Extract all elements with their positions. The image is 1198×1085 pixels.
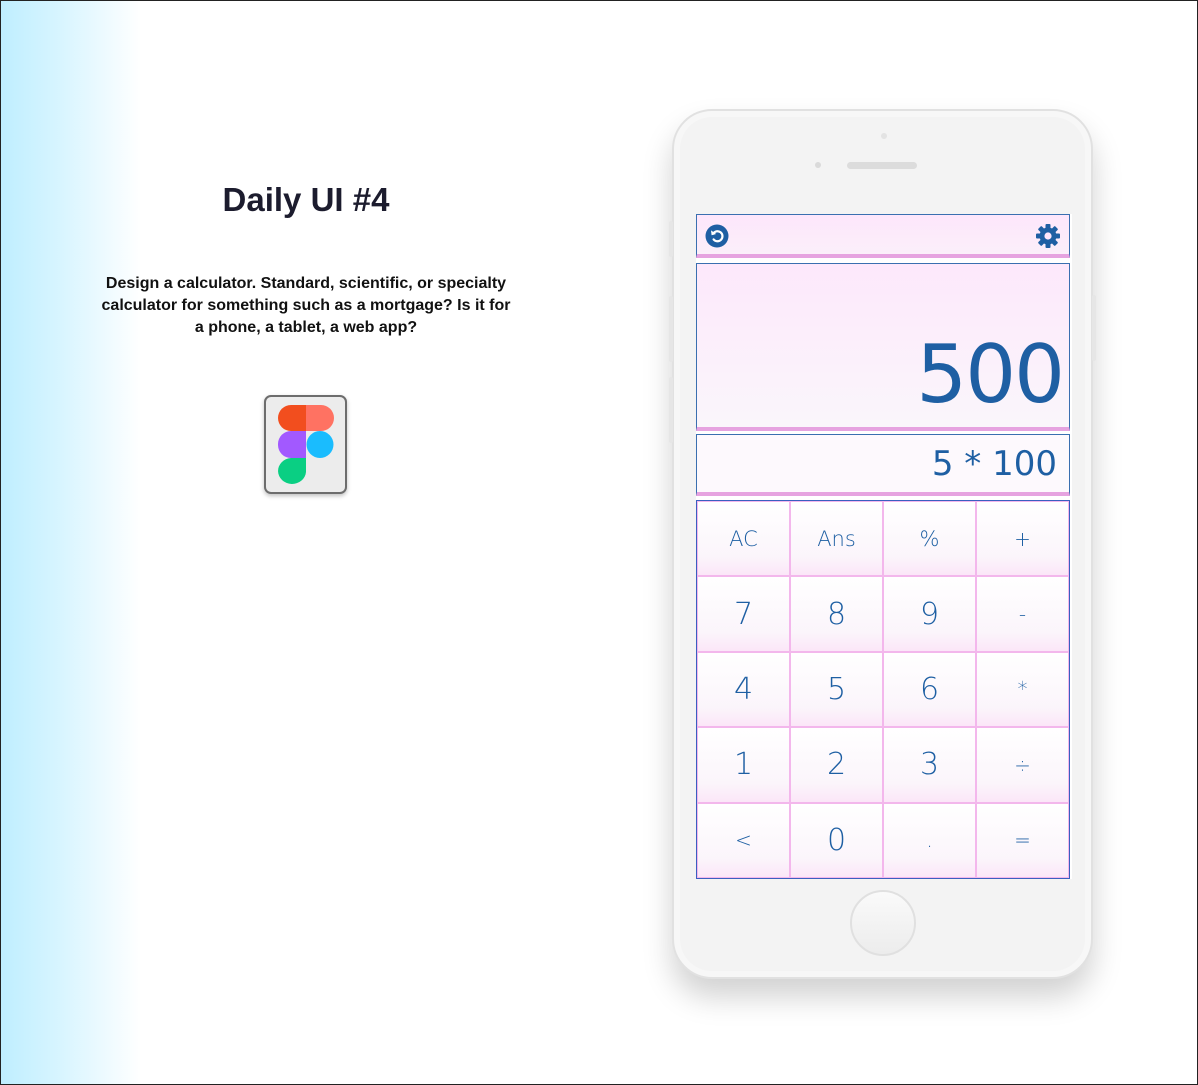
key-1-button[interactable]: 1 xyxy=(697,727,790,803)
page-description: Design a calculator. Standard, scientifi… xyxy=(101,275,511,336)
phone-power-button xyxy=(1092,295,1096,361)
key-3-button[interactable]: 3 xyxy=(883,727,976,803)
expression-display: 5 * 100 xyxy=(696,434,1070,496)
keypad: AC Ans % + 7 8 9 - 4 5 6 * 1 2 3 ÷ < 0 .… xyxy=(696,500,1070,879)
key-backspace-button[interactable]: < xyxy=(697,802,790,878)
key-7-button[interactable]: 7 xyxy=(697,576,790,652)
key-9-button[interactable]: 9 xyxy=(883,576,976,652)
expression-value: 5 * 100 xyxy=(931,444,1057,484)
phone-home-button[interactable] xyxy=(850,890,916,956)
key-5-button[interactable]: 5 xyxy=(790,651,883,728)
key-6-button[interactable]: 6 xyxy=(883,651,976,728)
figma-icon xyxy=(264,395,347,494)
key-4-button[interactable]: 4 xyxy=(697,651,790,728)
key-percent-button[interactable]: % xyxy=(883,501,976,577)
key-equals-button[interactable]: = xyxy=(976,802,1069,878)
key-decimal-button[interactable]: . xyxy=(883,802,976,878)
phone-volume-up xyxy=(669,296,673,362)
key-multiply-button[interactable]: * xyxy=(976,651,1069,728)
key-minus-button[interactable]: - xyxy=(976,576,1069,652)
artboard: Daily UI #4 Design a calculator. Standar… xyxy=(0,0,1198,1085)
key-8-button[interactable]: 8 xyxy=(790,576,883,652)
phone-speaker xyxy=(847,162,917,169)
key-0-button[interactable]: 0 xyxy=(790,802,883,878)
key-divide-button[interactable]: ÷ xyxy=(976,727,1069,803)
calculator-toolbar xyxy=(696,214,1070,258)
phone-volume-down xyxy=(669,377,673,443)
key-answer-button[interactable]: Ans xyxy=(790,501,883,577)
phone-mute-switch xyxy=(669,221,673,257)
phone-camera xyxy=(881,133,887,139)
result-display: 500 xyxy=(696,263,1070,431)
page-title: Daily UI #4 xyxy=(222,181,390,218)
phone-mockup: 500 5 * 100 AC Ans % + 7 8 9 - 4 5 6 * 1… xyxy=(669,109,1096,979)
gear-icon[interactable] xyxy=(1035,223,1061,249)
key-2-button[interactable]: 2 xyxy=(790,727,883,803)
result-value: 500 xyxy=(916,328,1065,421)
key-clear-button[interactable]: AC xyxy=(697,501,790,577)
phone-sensor xyxy=(815,162,821,168)
undo-icon[interactable] xyxy=(705,224,729,248)
key-plus-button[interactable]: + xyxy=(976,501,1069,577)
calculator-screen: 500 5 * 100 AC Ans % + 7 8 9 - 4 5 6 * 1… xyxy=(696,214,1072,879)
